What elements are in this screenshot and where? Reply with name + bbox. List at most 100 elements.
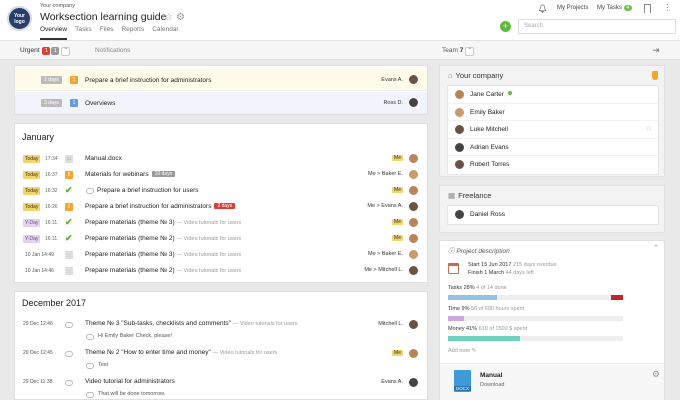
activity-time: 16:37 <box>45 172 58 178</box>
star-icon[interactable]: ☆ <box>645 124 652 133</box>
chevron-up-icon[interactable]: ⌃ <box>61 47 71 56</box>
company-team-header[interactable]: ⌂ Your company <box>448 71 503 80</box>
bookmark-icon[interactable] <box>644 4 651 13</box>
comment-icon <box>65 351 73 357</box>
more-menu-icon[interactable]: · · · <box>666 1 669 15</box>
add-note-link[interactable]: Add note ✎ <box>448 348 476 354</box>
avatar[interactable] <box>408 153 419 164</box>
avatar[interactable] <box>408 217 419 228</box>
freelance-title: Freelance <box>458 191 492 200</box>
activity-row[interactable]: 29 Dec 12:46 Theme № 3 "Sub-tasks, check… <box>15 318 427 346</box>
activity-row[interactable]: Y-Day 16:11 ✔ Prepare materials (theme №… <box>15 215 427 231</box>
freelance-header[interactable]: ▦ Freelance <box>448 191 491 200</box>
activity-row[interactable]: Today 17:34 ▭ Manual.docx Me <box>15 151 427 167</box>
member-item[interactable]: Luke Mitchell ☆ <box>448 121 658 139</box>
activity-title[interactable]: Manual.docx <box>85 155 122 162</box>
member-item[interactable]: Jane Carter <box>448 86 658 104</box>
activity-row[interactable]: 10 Jan 14:49 Prepare materials (theme № … <box>15 247 427 263</box>
project-description-header[interactable]: ⓘ Project description <box>448 245 510 255</box>
member-list: Daniel Ross <box>447 205 659 225</box>
urgent-count-red: 1 <box>42 47 51 55</box>
tab-reports[interactable]: Reports <box>121 26 144 40</box>
company-logo[interactable]: Your logo <box>7 6 32 31</box>
notifications-link[interactable]: Notifications <box>95 47 130 54</box>
star-icon[interactable]: ☆ <box>164 12 173 23</box>
add-button[interactable]: + <box>500 21 511 32</box>
project-ref[interactable]: — Video tutorials for users <box>177 268 242 274</box>
project-tabs: Overview Tasks Files Reports Calendar <box>40 26 179 40</box>
activity-title[interactable]: Prepare a brief instruction for administ… <box>85 203 236 210</box>
avatar[interactable] <box>408 348 419 359</box>
avatar[interactable] <box>408 233 419 244</box>
activity-row[interactable]: Y-Day 16:11 ✔ Prepare materials (theme №… <box>15 231 427 247</box>
my-tasks-link[interactable]: My Tasks 4 <box>597 5 632 11</box>
project-ref[interactable]: — Video tutorials for users <box>213 350 278 356</box>
project-ref[interactable]: — Video tutorials for users <box>177 220 242 226</box>
member-item[interactable]: Adrian Evans <box>448 139 658 156</box>
time-text: 14:46 <box>41 268 54 274</box>
avatar[interactable] <box>408 319 419 330</box>
member-item[interactable]: Robert Torres <box>448 156 658 174</box>
attached-file[interactable]: DOCX Manual Download ⚙ <box>440 363 664 400</box>
search-input[interactable]: Search <box>518 19 676 34</box>
date-tag: Today <box>23 155 41 163</box>
download-link[interactable]: Download <box>480 382 504 388</box>
project-ref[interactable]: — Video tutorials for users <box>177 236 242 242</box>
project-ref[interactable]: — Video tutorials for users <box>233 321 298 327</box>
my-projects-link[interactable]: My Projects <box>557 5 588 11</box>
activity-title[interactable]: Materials for webinars 10 days <box>85 171 176 178</box>
task-row[interactable]: 2 days 1 Prepare a brief instruction for… <box>15 69 427 91</box>
task-assignee: Evans A. <box>381 77 403 83</box>
avatar[interactable] <box>408 377 419 388</box>
activity-title[interactable]: Theme № 2 "How to enter time and money" … <box>85 349 277 356</box>
gear-icon[interactable]: ⚙ <box>176 12 185 23</box>
activity-row[interactable]: Today 16:26 1 Prepare a brief instructio… <box>15 199 427 215</box>
activity-row[interactable]: 29 Dec 11:38 Video tutorial for administ… <box>15 376 427 400</box>
member-item[interactable]: Daniel Ross <box>448 206 658 224</box>
member-name[interactable]: Adrian Evans <box>470 144 509 151</box>
member-name[interactable]: Jane Carter <box>470 91 512 98</box>
file-title[interactable]: Manual <box>480 372 502 379</box>
activity-row[interactable]: Today 16:37 8 Materials for webinars 10 d… <box>15 167 427 183</box>
activity-row[interactable]: 29 Dec 12:45 Theme № 2 "How to enter tim… <box>15 347 427 375</box>
task-title[interactable]: Prepare a brief instruction for administ… <box>85 77 211 84</box>
invite-user-icon[interactable]: ⇥ <box>652 45 660 56</box>
avatar[interactable] <box>408 74 419 85</box>
avatar[interactable] <box>408 201 419 212</box>
activity-row[interactable]: Today 16:32 ✔ Prepare a brief instructio… <box>15 183 427 199</box>
member-name[interactable]: Luke Mitchell <box>470 126 508 133</box>
tab-overview[interactable]: Overview <box>40 26 68 40</box>
member-name[interactable]: Robert Torres <box>470 161 509 168</box>
avatar[interactable] <box>408 185 419 196</box>
activity-title[interactable]: Prepare a brief instruction for users <box>97 187 199 194</box>
member-item[interactable]: Emily Baker <box>448 104 658 121</box>
project-ref[interactable]: — Video tutorials for users <box>177 252 242 258</box>
member-name[interactable]: Daniel Ross <box>470 211 505 218</box>
chevron-up-icon[interactable]: ⌃ <box>653 244 659 252</box>
activity-title[interactable]: Prepare materials (theme № 2) — Video tu… <box>85 235 241 242</box>
team-filter[interactable]: Team 7 ⌃ <box>442 47 475 56</box>
activity-time: 16:11 <box>45 220 58 226</box>
member-name[interactable]: Emily Baker <box>470 109 505 116</box>
avatar[interactable] <box>408 265 419 276</box>
activity-title[interactable]: Prepare materials (theme № 2) — Video tu… <box>85 267 241 274</box>
activity-title[interactable]: Theme № 3 "Sub-tasks, checklists and com… <box>85 320 298 327</box>
urgent-filter[interactable]: Urgent 1 1 ⌃ <box>20 47 71 56</box>
chevron-up-icon[interactable]: ⌃ <box>465 47 475 56</box>
avatar[interactable] <box>408 249 419 260</box>
activity-row[interactable]: 10 Jan 14:46 Prepare materials (theme № … <box>15 263 427 279</box>
tab-calendar[interactable]: Calendar <box>152 26 178 40</box>
tab-files[interactable]: Files <box>100 26 114 40</box>
tab-tasks[interactable]: Tasks <box>75 26 92 40</box>
gear-icon[interactable]: ⚙ <box>652 369 660 380</box>
pin-icon[interactable] <box>652 71 658 80</box>
activity-title[interactable]: Prepare materials (theme № 3) — Video tu… <box>85 251 241 258</box>
task-row[interactable]: 3 days 1 Overviews Ross D. <box>15 92 427 114</box>
avatar[interactable] <box>408 169 419 180</box>
activity-title[interactable]: Prepare materials (theme № 3) — Video tu… <box>85 219 241 226</box>
task-title[interactable]: Overviews <box>85 100 115 107</box>
company-name[interactable]: Your company <box>40 3 75 9</box>
bell-icon[interactable] <box>538 4 547 13</box>
avatar[interactable] <box>408 97 419 108</box>
activity-title[interactable]: Video tutorial for administrators <box>85 378 175 385</box>
